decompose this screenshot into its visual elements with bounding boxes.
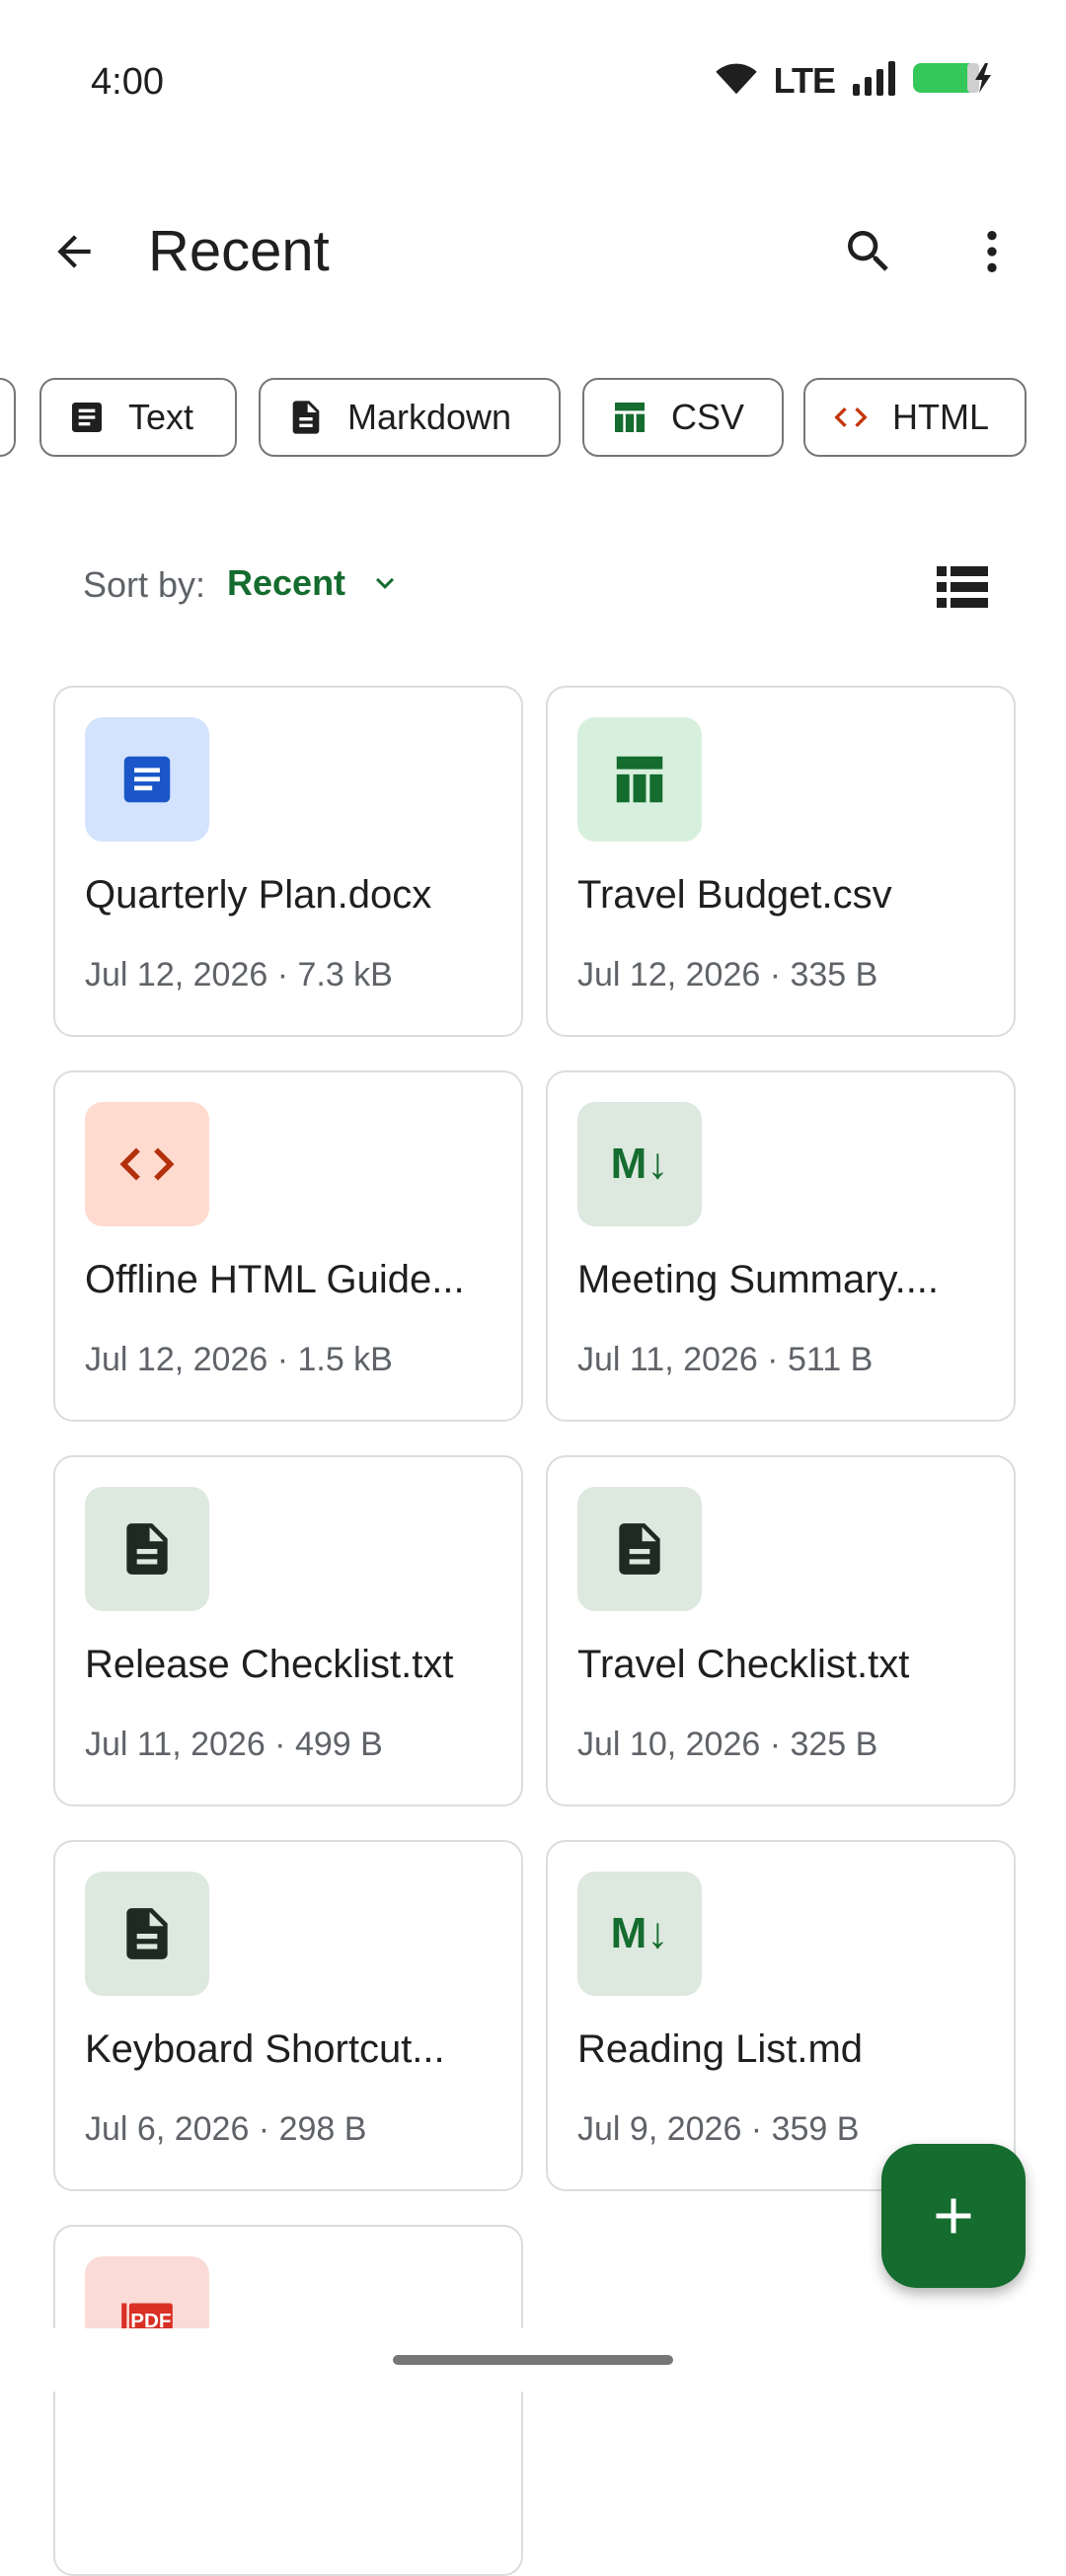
chip-label: Markdown	[347, 397, 512, 437]
add-icon	[936, 2198, 971, 2234]
network-type: LTE	[773, 59, 836, 101]
signal-icon	[851, 60, 896, 101]
file-meta: Jul 12, 2026 · 335 B	[577, 956, 878, 994]
chevron-down-icon	[376, 577, 395, 589]
file-meta: Jul 9, 2026 · 359 B	[577, 2110, 860, 2148]
status-bar: 4:00 LTE	[0, 0, 1066, 168]
file-card-offline-html-guide[interactable]: Offline HTML Guide... Jul 12, 2026 · 1.5…	[53, 1070, 523, 1422]
file-meta: Jul 12, 2026 · 7.3 kB	[85, 956, 393, 994]
file-meta: Jul 11, 2026 · 511 B	[577, 1341, 874, 1378]
markdown-glyph: M↓	[610, 1140, 669, 1188]
table-icon	[610, 398, 649, 437]
markdown-icon: M↓	[577, 1102, 702, 1226]
code-icon	[831, 398, 871, 437]
markdown-glyph: M↓	[610, 1909, 669, 1957]
chip-label: CSV	[671, 397, 745, 437]
text-doc-icon	[85, 1872, 209, 1996]
search-icon	[848, 231, 888, 271]
chip-html[interactable]: HTML	[803, 378, 1027, 457]
file-name: Quarterly Plan.docx	[85, 873, 432, 917]
sort-dropdown[interactable]: Recent	[227, 562, 403, 604]
search-button[interactable]	[834, 217, 903, 286]
page-title: Recent	[148, 219, 330, 283]
back-button[interactable]	[39, 217, 109, 286]
chip-csv[interactable]: CSV	[582, 378, 784, 457]
sort-label: Sort by:	[83, 564, 206, 605]
more-vert-icon	[987, 231, 997, 272]
app-bar: Recent	[0, 178, 1066, 326]
text-doc-icon	[85, 1487, 209, 1611]
chip-partial[interactable]	[0, 378, 16, 457]
list-view-button[interactable]	[933, 557, 992, 617]
chip-label: Text	[128, 397, 194, 437]
file-meta: Jul 11, 2026 · 499 B	[85, 1726, 383, 1763]
status-icons: LTE	[715, 59, 997, 102]
file-name: Release Checklist.txt	[85, 1643, 454, 1686]
markdown-icon: M↓	[577, 1872, 702, 1996]
file-card-keyboard-shortcuts[interactable]: Keyboard Shortcut... Jul 6, 2026 · 298 B	[53, 1840, 523, 2191]
code-icon	[85, 1102, 209, 1226]
file-meta: Jul 6, 2026 · 298 B	[85, 2110, 367, 2148]
status-time: 4:00	[91, 61, 164, 103]
file-card-reading-list[interactable]: M↓ Reading List.md Jul 9, 2026 · 359 B	[546, 1840, 1016, 2191]
file-name: Reading List.md	[577, 2027, 864, 2071]
wifi-icon	[715, 60, 758, 101]
battery-icon	[912, 59, 997, 102]
file-meta: Jul 10, 2026 · 325 B	[577, 1726, 878, 1763]
file-name: Meeting Summary....	[577, 1258, 940, 1301]
file-name: Keyboard Shortcut...	[85, 2027, 445, 2071]
filter-chips: Text Markdown CSV HTML	[0, 378, 1066, 461]
more-options-button[interactable]	[957, 217, 1027, 286]
file-card-pdf[interactable]: PDF	[53, 2225, 523, 2576]
file-card-release-checklist[interactable]: Release Checklist.txt Jul 11, 2026 · 499…	[53, 1455, 523, 1806]
chip-text[interactable]: Text	[39, 378, 237, 457]
docs-icon	[85, 717, 209, 842]
table-icon	[577, 717, 702, 842]
file-card-travel-checklist[interactable]: Travel Checklist.txt Jul 10, 2026 · 325 …	[546, 1455, 1016, 1806]
text-doc-icon	[577, 1487, 702, 1611]
home-indicator[interactable]	[393, 2355, 673, 2365]
file-name: Travel Checklist.txt	[577, 1643, 910, 1686]
markdown-doc-icon	[286, 398, 326, 437]
arrow-back-icon	[57, 235, 91, 268]
file-card-travel-budget[interactable]: Travel Budget.csv Jul 12, 2026 · 335 B	[546, 686, 1016, 1037]
sort-value: Recent	[227, 562, 346, 603]
chip-label: HTML	[892, 397, 989, 437]
create-file-fab[interactable]	[881, 2144, 1026, 2288]
file-meta: Jul 12, 2026 · 1.5 kB	[85, 1341, 393, 1378]
text-doc-icon	[67, 398, 107, 437]
file-name: Travel Budget.csv	[577, 873, 892, 917]
file-card-meeting-summary[interactable]: M↓ Meeting Summary.... Jul 11, 2026 · 51…	[546, 1070, 1016, 1422]
list-view-icon	[937, 566, 988, 608]
chip-markdown[interactable]: Markdown	[259, 378, 561, 457]
file-card-quarterly-plan[interactable]: Quarterly Plan.docx Jul 12, 2026 · 7.3 k…	[53, 686, 523, 1037]
file-name: Offline HTML Guide...	[85, 1258, 465, 1301]
